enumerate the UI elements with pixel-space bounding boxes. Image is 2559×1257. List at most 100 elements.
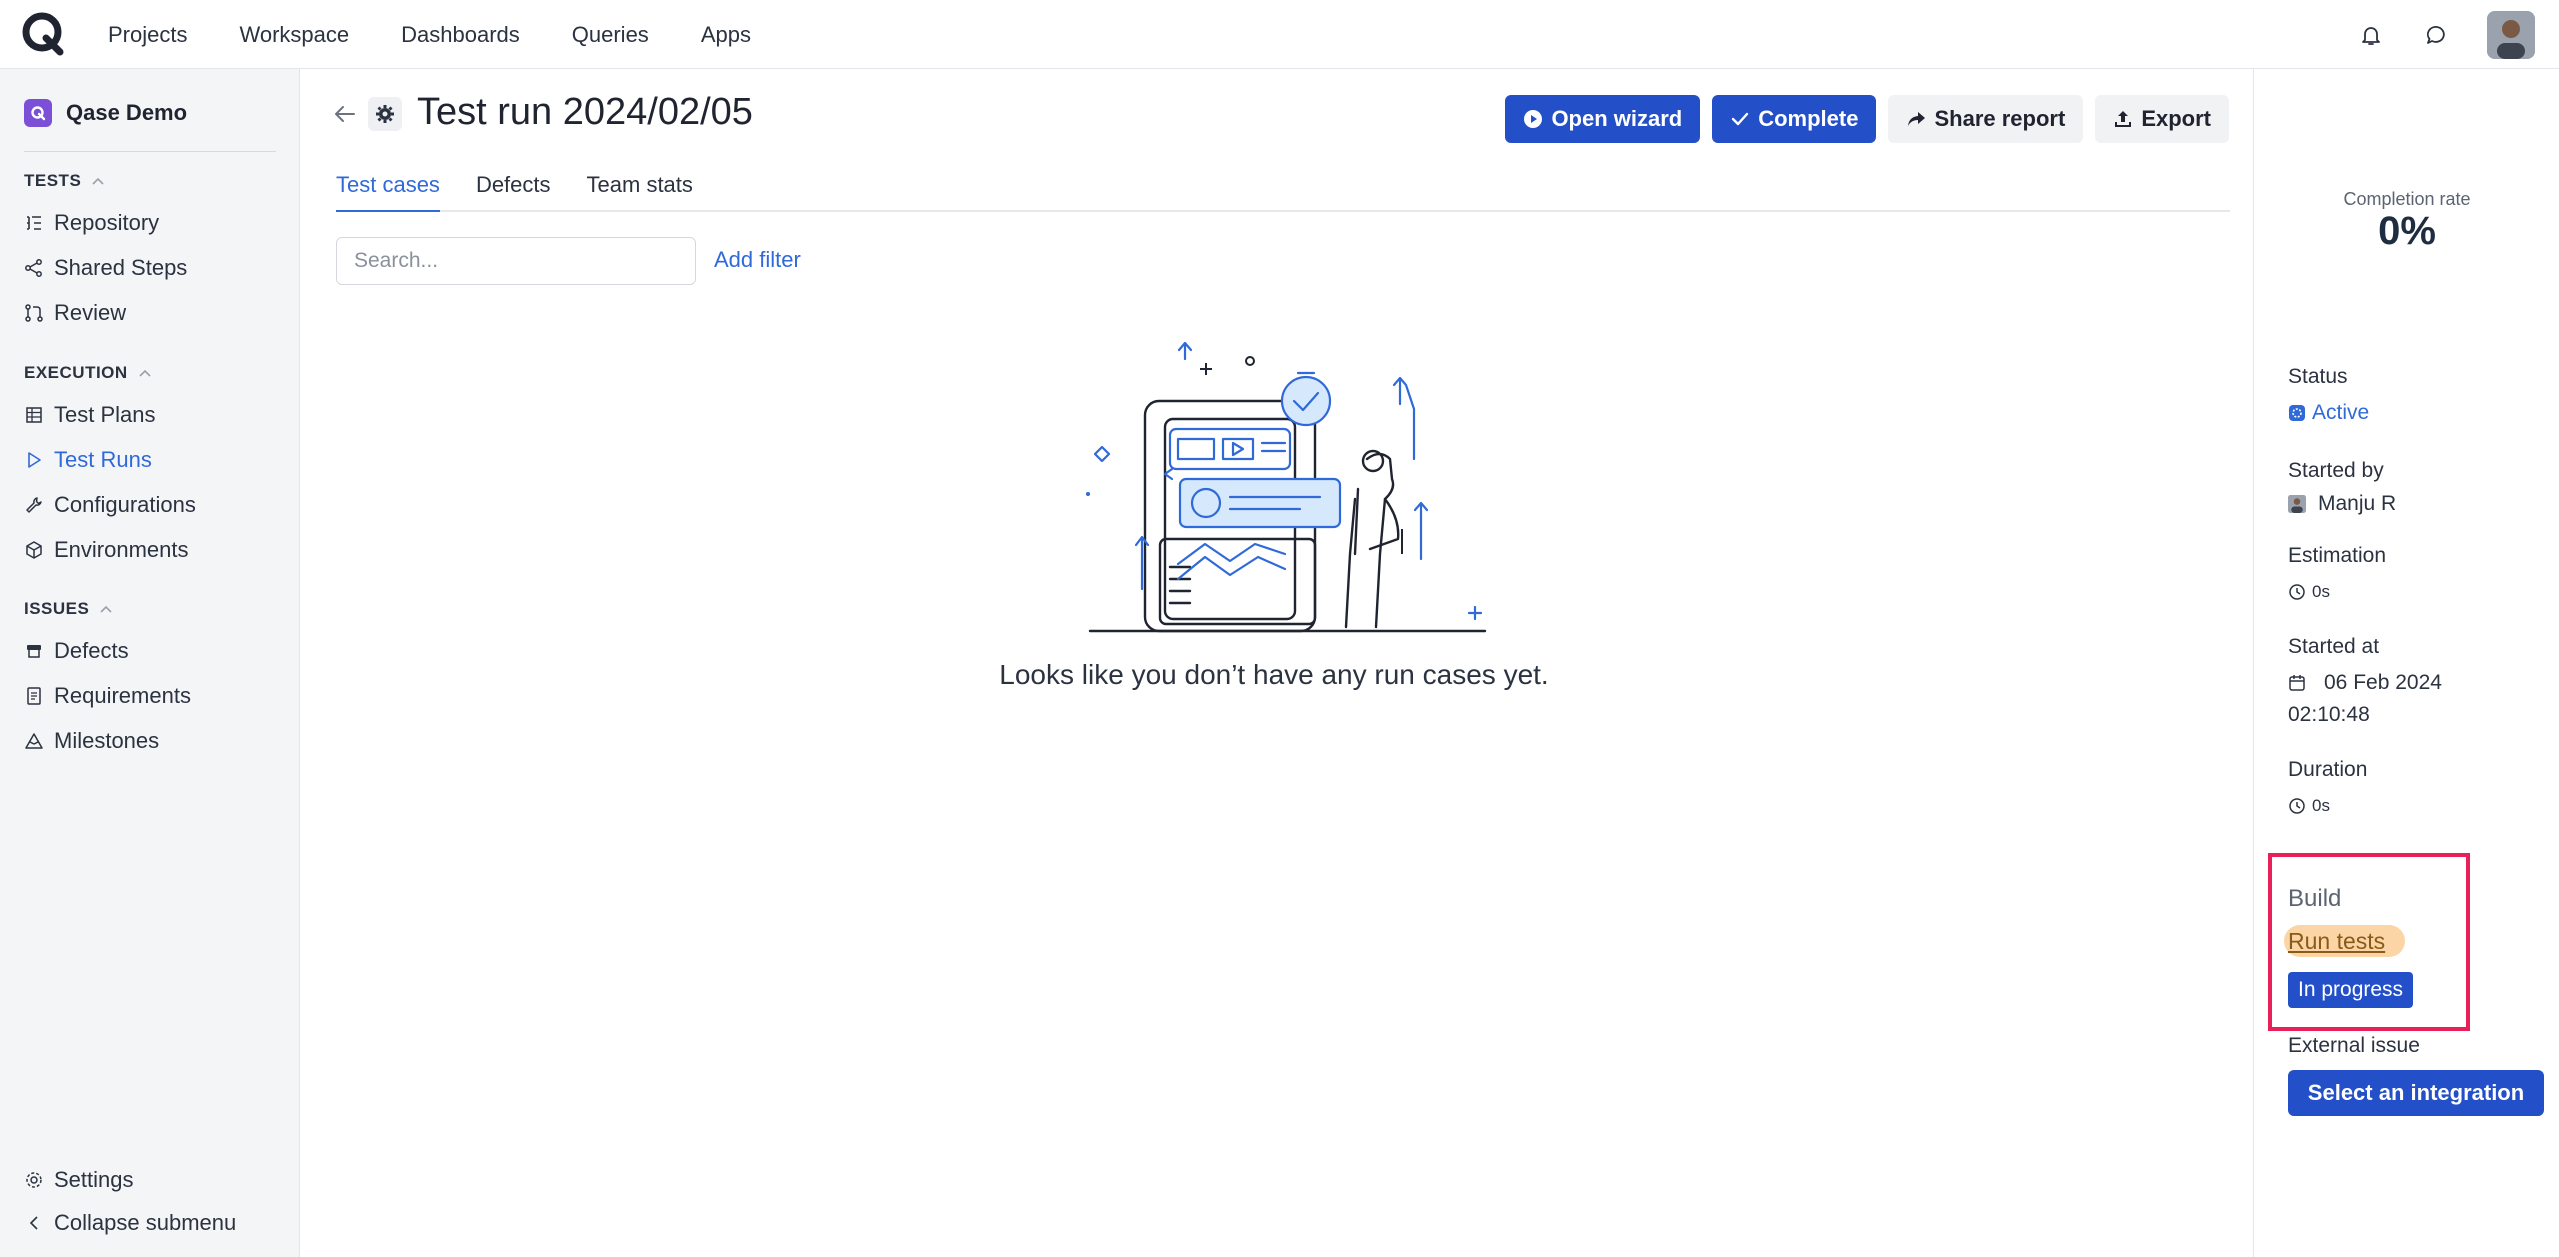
tab-team-stats[interactable]: Team stats xyxy=(587,172,693,210)
chevron-up-icon xyxy=(139,369,151,377)
share-report-label: Share report xyxy=(1934,106,2066,131)
open-wizard-label: Open wizard xyxy=(1551,106,1683,131)
top-nav-menu: Projects Workspace Dashboards Queries Ap… xyxy=(108,0,803,69)
main-content: Test run 2024/02/05 Open wizard Complete… xyxy=(300,69,2253,1257)
share-nodes-icon xyxy=(24,258,44,278)
complete-label: Complete xyxy=(1758,106,1859,131)
sidebar-item-label: Collapse submenu xyxy=(54,1210,237,1235)
sidebar-item-label: Review xyxy=(54,300,127,325)
started-at-time: 02:10:48 xyxy=(2288,703,2370,726)
open-wizard-button[interactable]: Open wizard xyxy=(1505,95,1701,143)
sidebar-item-defects[interactable]: Defects xyxy=(24,638,129,664)
sidebar-item-repository[interactable]: Repository xyxy=(24,210,159,236)
status-label: Status xyxy=(2288,365,2348,388)
gear-icon xyxy=(376,105,394,123)
sidebar-item-test-runs[interactable]: Test Runs xyxy=(24,447,152,473)
sidebar-item-label: Test Plans xyxy=(54,402,156,427)
export-label: Export xyxy=(2141,106,2211,131)
divider xyxy=(24,151,276,152)
completion-rate-value: 0% xyxy=(2378,209,2436,253)
back-arrow-icon[interactable] xyxy=(332,102,358,126)
clock-icon xyxy=(2288,583,2306,601)
collapse-submenu-button[interactable]: Collapse submenu xyxy=(24,1210,236,1236)
build-run-tests-link[interactable]: Run tests xyxy=(2284,925,2406,957)
started-by-value: Manju R xyxy=(2288,492,2396,516)
add-filter-link[interactable]: Add filter xyxy=(714,247,801,273)
top-right-actions xyxy=(2355,0,2559,69)
search-input[interactable] xyxy=(336,237,696,285)
started-at-date-text: 06 Feb 2024 xyxy=(2324,671,2442,694)
sidebar-item-test-plans[interactable]: Test Plans xyxy=(24,402,156,428)
share-report-button[interactable]: Share report xyxy=(1888,95,2084,143)
nav-projects[interactable]: Projects xyxy=(108,22,187,48)
started-by-name: Manju R xyxy=(2318,492,2397,515)
nav-dashboards[interactable]: Dashboards xyxy=(401,22,520,48)
sidebar-item-configurations[interactable]: Configurations xyxy=(24,492,196,518)
started-by-label: Started by xyxy=(2288,459,2384,482)
chat-icon[interactable] xyxy=(2421,19,2453,51)
run-settings-button[interactable] xyxy=(368,97,402,131)
sidebar-item-label: Defects xyxy=(54,638,129,663)
sidebar-item-label: Requirements xyxy=(54,683,191,708)
duration-value: 0s xyxy=(2288,796,2330,816)
top-navigation-bar: Projects Workspace Dashboards Queries Ap… xyxy=(0,0,2559,69)
gear-icon xyxy=(24,1170,44,1190)
run-details-panel: Completion rate 0% Status Active Started… xyxy=(2253,69,2559,1257)
sidebar-item-settings[interactable]: Settings xyxy=(24,1167,134,1193)
sidebar-item-label: Milestones xyxy=(54,728,160,753)
chevron-up-icon xyxy=(100,605,112,613)
clock-icon xyxy=(2288,797,2306,815)
sidebar-item-requirements[interactable]: Requirements xyxy=(24,683,191,709)
estimation-value: 0s xyxy=(2288,582,2330,602)
started-at-date: 06 Feb 2024 xyxy=(2288,671,2442,695)
qase-logo-icon[interactable] xyxy=(22,12,66,56)
started-at-label: Started at xyxy=(2288,635,2380,658)
status-value-text: Active xyxy=(2312,401,2370,424)
user-avatar-small xyxy=(2288,495,2306,513)
empty-state-illustration xyxy=(1080,339,1500,639)
sidebar-item-label: Settings xyxy=(54,1167,134,1192)
section-tests[interactable]: TESTS xyxy=(24,171,105,191)
sidebar: Qase Demo TESTS Repository Shared Steps … xyxy=(0,69,300,1257)
bell-icon[interactable] xyxy=(2355,19,2387,51)
tab-defects[interactable]: Defects xyxy=(476,172,551,210)
select-integration-button[interactable]: Select an integration xyxy=(2288,1070,2544,1116)
nav-apps[interactable]: Apps xyxy=(701,22,751,48)
defects-icon xyxy=(24,641,44,661)
project-selector[interactable]: Qase Demo xyxy=(24,99,187,127)
play-icon xyxy=(24,450,44,470)
nav-queries[interactable]: Queries xyxy=(572,22,649,48)
page-title: Test run 2024/02/05 xyxy=(417,91,753,133)
export-button[interactable]: Export xyxy=(2095,95,2229,143)
wrench-icon xyxy=(24,495,44,515)
table-icon xyxy=(24,405,44,425)
estimation-value-text: 0s xyxy=(2312,582,2330,601)
status-value: Active xyxy=(2288,401,2369,425)
sidebar-item-environments[interactable]: Environments xyxy=(24,537,189,563)
section-tests-label: TESTS xyxy=(24,171,82,190)
list-tree-icon xyxy=(24,213,44,233)
document-icon xyxy=(24,686,44,706)
duration-value-text: 0s xyxy=(2312,796,2330,815)
sidebar-item-milestones[interactable]: Milestones xyxy=(24,728,159,754)
section-issues[interactable]: ISSUES xyxy=(24,599,113,619)
completion-rate-label: Completion rate xyxy=(2343,189,2471,209)
complete-button[interactable]: Complete xyxy=(1712,95,1877,143)
section-execution[interactable]: EXECUTION xyxy=(24,363,152,383)
user-avatar[interactable] xyxy=(2487,10,2535,59)
sidebar-item-label: Test Runs xyxy=(54,447,152,472)
upload-icon xyxy=(2113,109,2133,129)
external-issue-label: External issue xyxy=(2288,1034,2420,1057)
cube-icon xyxy=(24,540,44,560)
sidebar-item-label: Configurations xyxy=(54,492,196,517)
sidebar-item-review[interactable]: Review xyxy=(24,300,126,326)
chevron-left-icon xyxy=(24,1213,44,1233)
mountain-icon xyxy=(24,731,44,751)
tab-test-cases[interactable]: Test cases xyxy=(336,172,440,212)
project-logo-icon xyxy=(24,99,52,127)
play-circle-icon xyxy=(1523,109,1543,129)
sidebar-item-label: Shared Steps xyxy=(54,255,188,280)
header-actions: Open wizard Complete Share report Export xyxy=(1493,95,2229,143)
nav-workspace[interactable]: Workspace xyxy=(239,22,349,48)
sidebar-item-shared-steps[interactable]: Shared Steps xyxy=(24,255,187,281)
